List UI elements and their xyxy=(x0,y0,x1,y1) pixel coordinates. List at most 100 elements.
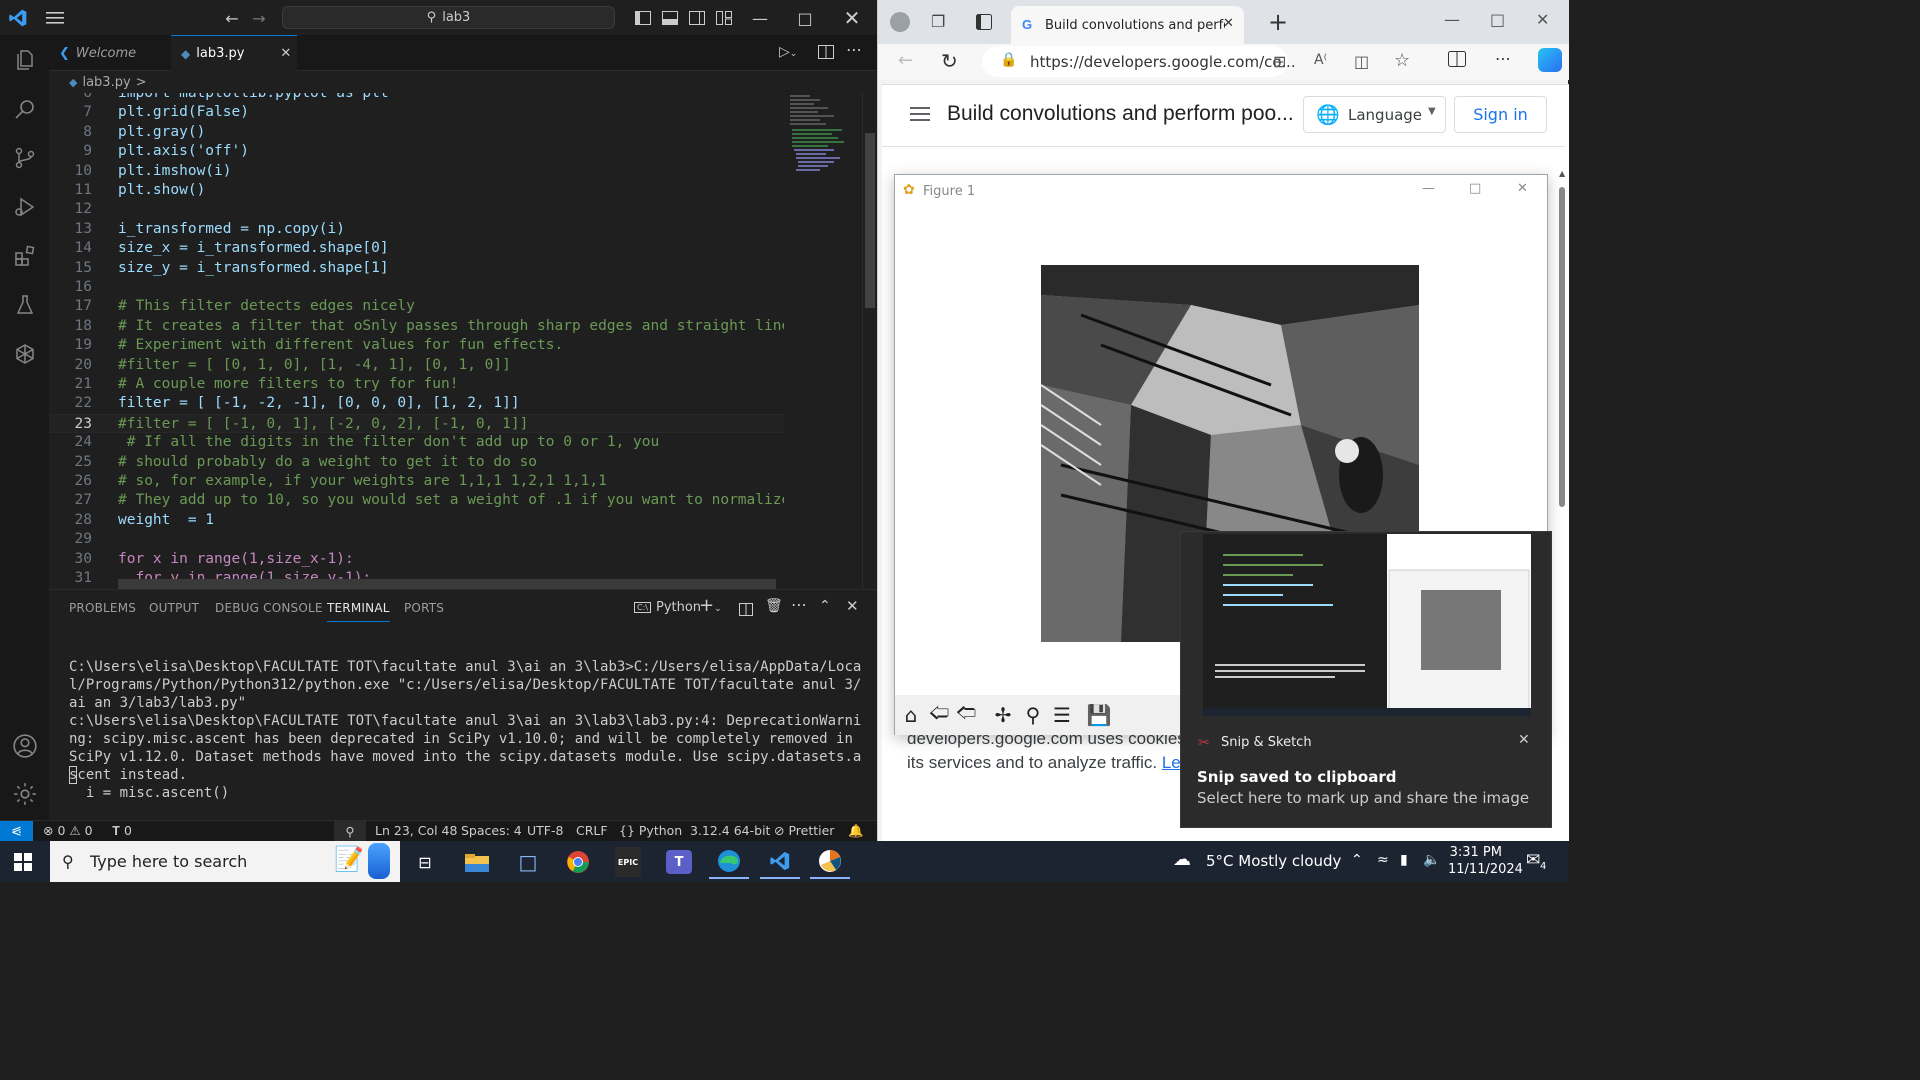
epic-games-icon[interactable]: EPIC xyxy=(608,845,648,879)
close-tab-icon[interactable]: ✕ xyxy=(1223,16,1234,31)
cursor-position[interactable]: Ln 23, Col 48 xyxy=(375,823,457,838)
windows-start-icon[interactable] xyxy=(14,853,32,875)
code-line[interactable]: 19 # Experiment with different values for… xyxy=(49,336,784,355)
indentation[interactable]: Spaces: 4 xyxy=(461,823,522,838)
task-view-icon[interactable]: ⊟ xyxy=(405,845,445,879)
configure-subplots-icon[interactable]: ☰ xyxy=(1050,703,1074,727)
wifi-icon[interactable]: ≈ xyxy=(1377,852,1389,868)
maximize-panel-chevron-up-icon[interactable]: ⌃ xyxy=(819,598,831,614)
notification-center-icon[interactable]: ✉ xyxy=(1526,850,1540,870)
back-arrow-icon[interactable]: ← xyxy=(220,6,244,30)
home-icon[interactable]: ⌂ xyxy=(899,703,923,727)
code-line[interactable]: 21 # A couple more filters to try for fun… xyxy=(49,375,784,394)
terminal-profile-selector[interactable]: C:\ Python xyxy=(634,600,701,615)
code-line[interactable]: 7 plt.grid(False) xyxy=(49,103,784,122)
more-actions-icon[interactable]: ⋯ xyxy=(846,40,862,59)
encoding[interactable]: UTF-8 xyxy=(527,823,563,838)
zoom-magnifier-icon[interactable]: ⚲ xyxy=(1021,703,1045,727)
code-line[interactable]: 13 i_transformed = np.copy(i) xyxy=(49,220,784,239)
toggle-primary-sidebar-icon[interactable] xyxy=(631,6,655,30)
language-selector[interactable]: 🌐 Language ▼ xyxy=(1303,96,1446,133)
code-line[interactable]: 14 size_x = i_transformed.shape[0] xyxy=(49,239,784,258)
code-line[interactable]: 11 plt.show() xyxy=(49,181,784,200)
code-line[interactable]: 30 for x in range(1,size_x-1): xyxy=(49,550,784,569)
teams-icon[interactable]: T xyxy=(659,845,699,879)
code-line[interactable]: 20 #filter = [ [0, 1, 0], [1, -4, 1], [0,… xyxy=(49,356,784,375)
scrollbar-thumb[interactable] xyxy=(1559,187,1565,507)
close-icon[interactable]: ✕ xyxy=(1536,10,1549,29)
source-control-icon[interactable] xyxy=(12,145,38,171)
command-center-search[interactable]: ⚲ lab3 xyxy=(282,6,615,29)
breadcrumb-file[interactable]: lab3.py xyxy=(82,75,130,90)
zoom-search-icon[interactable]: ⚲ xyxy=(334,821,366,842)
close-panel-icon[interactable]: ✕ xyxy=(846,597,859,615)
customize-layout-icon[interactable] xyxy=(712,6,736,30)
python-matplotlib-icon[interactable] xyxy=(810,845,850,879)
settings-more-icon[interactable]: ⋯ xyxy=(1495,49,1511,68)
toggle-secondary-sidebar-icon[interactable] xyxy=(685,6,709,30)
snip-thumbnail[interactable] xyxy=(1203,534,1531,716)
workspaces-icon[interactable]: ❐ xyxy=(931,12,945,31)
code-line[interactable]: 10 plt.imshow(i) xyxy=(49,162,784,181)
minimize-icon[interactable]: — xyxy=(1422,181,1435,196)
editor-scrollbar[interactable] xyxy=(862,93,877,589)
run-python-file-icon[interactable]: ▷⌄ xyxy=(779,44,797,60)
copilot-icon[interactable] xyxy=(1538,48,1562,72)
new-terminal-icon[interactable]: +⌄ xyxy=(699,595,722,616)
maximize-icon[interactable]: □ xyxy=(793,6,817,30)
split-terminal-icon[interactable] xyxy=(739,601,753,620)
hamburger-menu-icon[interactable] xyxy=(910,106,930,126)
minimize-icon[interactable]: — xyxy=(748,6,772,30)
close-icon[interactable]: ✕ xyxy=(1517,181,1528,196)
address-bar[interactable]: 🔒 https://developers.google.com/co... xyxy=(982,46,1296,77)
prettier-status[interactable]: ⊘ Prettier xyxy=(774,823,834,838)
code-line[interactable]: 8 plt.gray() xyxy=(49,123,784,142)
notifications-bell-icon[interactable]: 🔔 xyxy=(848,823,864,839)
weather-cloud-icon[interactable]: ☁ xyxy=(1173,849,1191,870)
code-line[interactable]: 17 # This filter detects edges nicely xyxy=(49,297,784,316)
vertical-tabs-icon[interactable] xyxy=(976,14,992,34)
save-floppy-icon[interactable]: 💾 xyxy=(1087,703,1112,727)
menu-icon[interactable] xyxy=(43,6,67,30)
code-line[interactable]: 12 xyxy=(49,200,784,219)
app-available-icon[interactable]: ⊞ xyxy=(1273,52,1286,71)
language-mode[interactable]: {} Python xyxy=(619,823,682,838)
profile-avatar[interactable] xyxy=(890,12,910,32)
horizontal-scrollbar[interactable] xyxy=(118,579,776,589)
extensions-icon[interactable] xyxy=(12,243,38,269)
minimap[interactable] xyxy=(784,93,862,589)
battery-icon[interactable]: ▮ xyxy=(1400,852,1408,868)
manage-gear-icon[interactable] xyxy=(12,781,38,807)
tab-build-convolutions[interactable]: G Build convolutions and perform p ✕ xyxy=(1011,6,1244,44)
new-tab-plus-icon[interactable]: + xyxy=(1268,8,1288,36)
code-line[interactable]: 29 xyxy=(49,530,784,549)
code-line[interactable]: 15 size_y = i_transformed.shape[1] xyxy=(49,259,784,278)
maximize-icon[interactable]: □ xyxy=(1469,181,1481,196)
maximize-icon[interactable]: □ xyxy=(1490,10,1505,29)
code-line[interactable]: 9 plt.axis('off') xyxy=(49,142,784,161)
testing-flask-icon[interactable] xyxy=(12,292,38,318)
end-of-line[interactable]: CRLF xyxy=(576,823,608,838)
close-notification-icon[interactable]: ✕ xyxy=(1518,732,1530,748)
toggle-panel-icon[interactable] xyxy=(658,6,682,30)
weather-text[interactable]: 5°C Mostly cloudy xyxy=(1206,852,1341,870)
tab-debug-console[interactable]: DEBUG CONSOLE xyxy=(215,601,323,615)
remote-indicator-icon[interactable]: ⪗ xyxy=(0,821,33,842)
code-line[interactable]: 6 import matplotlib.pyplot as plt xyxy=(49,93,784,103)
code-line[interactable]: 24 # If all the digits in the filter don… xyxy=(49,433,784,452)
vscode-taskbar-icon[interactable] xyxy=(760,845,800,879)
problems-count[interactable]: ⊗ 0 ⚠ 0 xyxy=(43,823,93,838)
accounts-icon[interactable] xyxy=(12,733,38,759)
file-explorer-icon[interactable] xyxy=(457,845,497,879)
remote-desktop-icon[interactable]: □ xyxy=(508,845,548,879)
read-aloud-icon[interactable]: A⁽ xyxy=(1314,52,1327,68)
snip-sketch-notification[interactable]: ✂ Snip & Sketch ✕ Snip saved to clipboar… xyxy=(1180,531,1552,828)
show-hidden-icons-chevron-icon[interactable]: ⌃ xyxy=(1351,852,1363,868)
tab-terminal[interactable]: TERMINAL xyxy=(327,601,390,622)
back-arrow-icon[interactable]: ← xyxy=(898,50,913,71)
forwarded-ports[interactable]: 𝚻 0 xyxy=(112,823,132,839)
tab-welcome[interactable]: ❮ Welcome xyxy=(49,35,171,71)
edge-icon[interactable] xyxy=(709,845,749,879)
close-tab-icon[interactable]: ✕ xyxy=(280,46,291,61)
scrollbar-thumb[interactable] xyxy=(865,133,875,308)
